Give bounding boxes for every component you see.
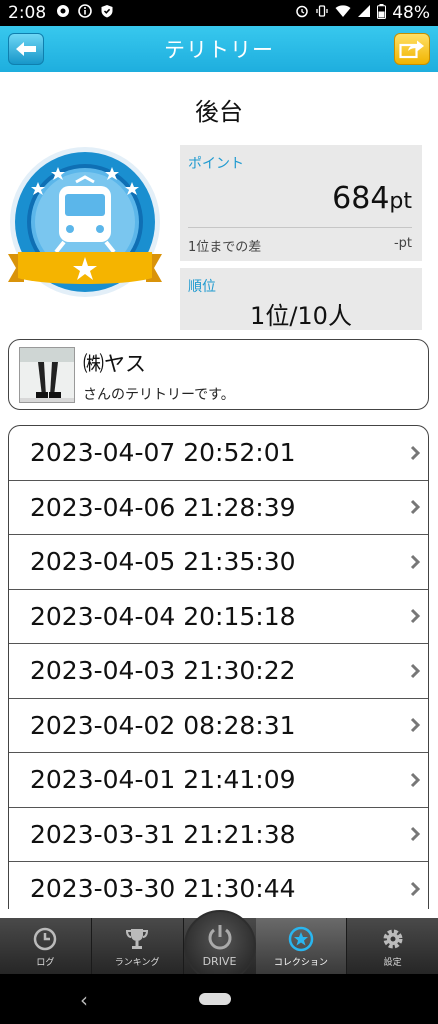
tab-collection[interactable]: コレクション: [255, 918, 348, 974]
list-item[interactable]: 2023-04-01 21:41:09: [9, 753, 428, 808]
list-item[interactable]: 2023-03-30 21:30:44: [9, 862, 428, 909]
rank-value: 1位/10人: [250, 302, 352, 330]
chevron-right-icon: [410, 554, 421, 569]
chevron-right-icon: [410, 663, 421, 678]
history-datetime: 2023-04-01 21:41:09: [30, 765, 296, 795]
history-datetime: 2023-03-30 21:30:44: [30, 874, 296, 904]
owner-subtitle: さんのテリトリーです。: [83, 387, 235, 403]
list-item[interactable]: 2023-04-04 20:15:18: [9, 590, 428, 644]
chevron-right-icon: [410, 881, 421, 896]
chevron-right-icon: [410, 718, 421, 733]
chevron-right-icon: [410, 609, 421, 624]
tab-settings[interactable]: 設定: [347, 918, 438, 974]
tab-collection-label: コレクション: [273, 958, 328, 968]
list-item[interactable]: 2023-04-05 21:35:30: [9, 535, 428, 590]
list-item[interactable]: 2023-04-03 21:30:22: [9, 644, 428, 699]
tab-drive-label: DRIVE: [202, 955, 237, 968]
chevron-right-icon: [410, 772, 421, 787]
history-datetime: 2023-04-04 20:15:18: [30, 601, 296, 631]
tab-ranking-label: ランキング: [114, 958, 160, 968]
app-header: テリトリー: [0, 26, 438, 72]
history-datetime: 2023-04-05 21:35:30: [30, 547, 296, 577]
territory-name: 後台: [195, 98, 243, 126]
status-bar: 2:08 48%: [0, 0, 438, 26]
page-title: テリトリー: [164, 38, 274, 62]
history-datetime: 2023-04-02 08:28:31: [30, 710, 296, 740]
battery-icon: [377, 3, 387, 23]
wifi-icon: [335, 4, 351, 22]
gear-icon: [383, 929, 403, 949]
back-arrow-icon: [16, 42, 36, 56]
rank-panel: 順位 1位/10人: [180, 268, 422, 330]
list-item[interactable]: 2023-03-31 21:21:38: [9, 808, 428, 862]
points-label: ポイント: [188, 156, 244, 172]
status-time: 2:08: [8, 3, 47, 23]
diff-value: -pt: [393, 236, 412, 251]
back-button[interactable]: [8, 33, 44, 65]
trophy-icon: [126, 929, 149, 949]
history-datetime: 2023-04-06 21:28:39: [30, 492, 296, 522]
status-icons-left: [56, 4, 114, 22]
avatar: [19, 347, 75, 403]
tab-ranking[interactable]: ランキング: [92, 918, 184, 974]
power-icon: [208, 925, 231, 950]
share-icon: [399, 40, 424, 59]
owner-name: ㈱ヤス: [83, 352, 146, 376]
chevron-right-icon: [410, 827, 421, 842]
rank-label: 順位: [188, 279, 216, 295]
signal-icon: [357, 4, 371, 22]
status-icons-right: 48%: [295, 3, 430, 23]
tab-drive[interactable]: DRIVE: [183, 910, 256, 982]
points-panel: ポイント 684pt 1位までの差 -pt: [180, 145, 422, 261]
system-nav-bar: ‹: [0, 974, 438, 1024]
points-unit: pt: [389, 189, 412, 214]
chevron-right-icon: [410, 445, 421, 460]
tab-log[interactable]: ログ: [0, 918, 92, 974]
owner-card[interactable]: ㈱ヤス さんのテリトリーです。: [8, 339, 429, 410]
list-item[interactable]: 2023-04-02 08:28:31: [9, 699, 428, 753]
vibrate-icon: [315, 4, 329, 22]
alarm-icon: [295, 4, 309, 22]
info-icon: [78, 4, 92, 22]
points-value: 684pt: [332, 181, 412, 216]
battery-percent: 48%: [392, 3, 430, 23]
notification-icon: [56, 4, 70, 22]
tab-log-label: ログ: [36, 958, 55, 968]
history-datetime: 2023-03-31 21:21:38: [30, 819, 296, 849]
list-item[interactable]: 2023-04-06 21:28:39: [9, 481, 428, 535]
bottom-tab-bar: ログ ランキング DRIVE コレクション 設定: [0, 910, 438, 982]
nav-home-pill[interactable]: [199, 993, 231, 1005]
app-screen: 2:08 48% テリトリー 後台 ポイント 684pt 1位までの差 -pt …: [0, 0, 438, 1024]
shield-icon: [100, 4, 114, 22]
train-badge-icon: [6, 146, 164, 304]
history-datetime: 2023-04-03 21:30:22: [30, 656, 296, 686]
history-datetime: 2023-04-07 20:52:01: [30, 438, 296, 468]
points-number: 684: [332, 181, 390, 216]
clock-icon: [34, 927, 57, 951]
nav-back-icon[interactable]: ‹: [80, 988, 88, 1012]
history-list: 2023-04-07 20:52:01 2023-04-06 21:28:39 20…: [8, 425, 429, 909]
chevron-right-icon: [410, 500, 421, 515]
tab-settings-label: 設定: [383, 958, 402, 968]
star-circle-icon: [288, 926, 314, 952]
diff-label: 1位までの差: [188, 240, 262, 255]
list-item[interactable]: 2023-04-07 20:52:01: [9, 426, 428, 481]
points-diff-row: 1位までの差 -pt: [188, 227, 412, 255]
share-button[interactable]: [394, 33, 430, 65]
